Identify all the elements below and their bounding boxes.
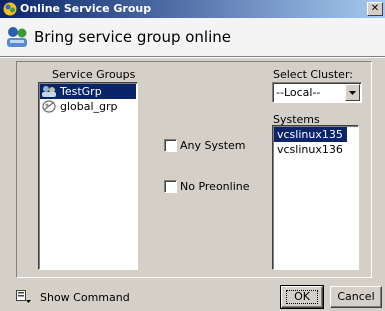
dialog-header: Bring service group online	[0, 18, 385, 56]
any-system-label[interactable]: Any System	[180, 139, 246, 152]
list-item-testgrp[interactable]: TestGrp	[40, 84, 136, 99]
select-cluster-label: Select Cluster:	[273, 68, 353, 81]
window-title: Online Service Group	[20, 2, 152, 15]
chevron-down-icon	[349, 91, 356, 95]
list-item-vcslinux135[interactable]: vcslinux135	[274, 127, 347, 142]
no-preonline-checkbox[interactable]	[164, 180, 177, 193]
ok-button[interactable]: OK	[280, 285, 324, 309]
service-group-icon	[7, 27, 27, 47]
service-groups-list[interactable]: TestGrp global_grp	[38, 82, 138, 270]
no-preonline-label[interactable]: No Preonline	[180, 180, 250, 193]
service-group-icon	[3, 2, 17, 16]
cluster-select[interactable]: --Local--	[272, 82, 362, 103]
show-command-label[interactable]: Show Command	[40, 291, 130, 304]
cluster-select-value: --Local--	[276, 86, 321, 99]
global-group-icon	[42, 100, 56, 113]
list-item-global-grp[interactable]: global_grp	[40, 99, 136, 114]
list-item-label: global_grp	[60, 100, 118, 113]
cluster-dropdown-button[interactable]	[345, 84, 360, 101]
any-system-checkbox[interactable]	[164, 139, 177, 152]
show-command-icon[interactable]	[16, 290, 32, 304]
list-item-vcslinux136[interactable]: vcslinux136	[274, 142, 347, 157]
list-item-label: TestGrp	[60, 85, 102, 98]
service-groups-label: Service Groups	[52, 68, 136, 81]
service-group-icon	[42, 86, 56, 97]
cancel-button[interactable]: Cancel	[330, 286, 382, 308]
dialog-heading: Bring service group online	[34, 28, 232, 46]
title-bar[interactable]: Online Service Group ✕	[0, 0, 385, 18]
close-button[interactable]: ✕	[367, 2, 383, 16]
header-divider-highlight	[0, 57, 385, 58]
ok-button-label: OK	[294, 290, 310, 303]
systems-list[interactable]: vcslinux135 vcslinux136	[272, 125, 359, 270]
cancel-button-label: Cancel	[337, 290, 375, 303]
